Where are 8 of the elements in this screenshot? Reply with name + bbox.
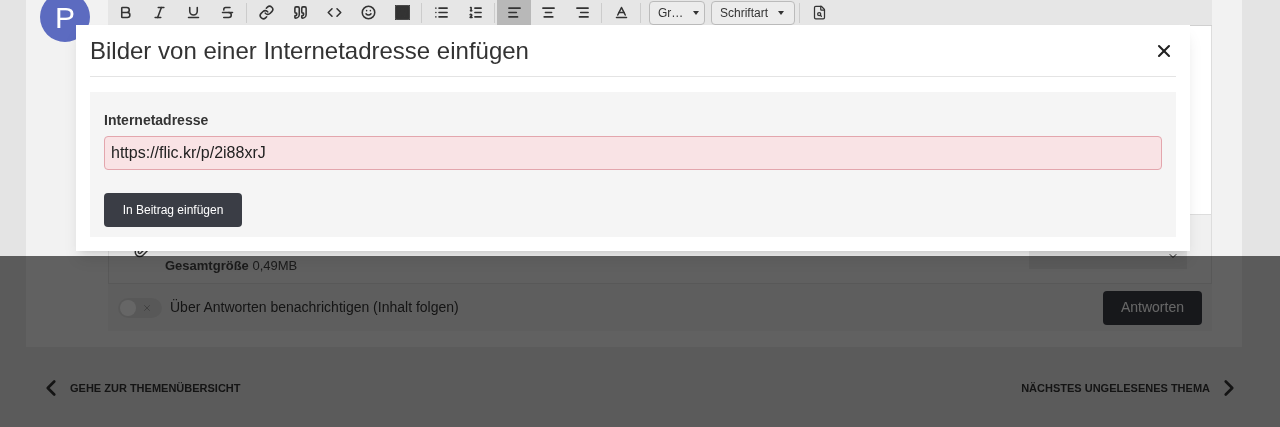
notify-label: Über Antworten benachrichtigen (Inhalt folgen) [170,298,459,317]
toolbar-dropdown[interactable]: Gr… [649,0,705,25]
field-label: Internetadresse [104,111,210,130]
dialog-title: Bilder von einer Internetadresse einfügen [90,35,529,66]
insert-button[interactable]: In Beitrag einfügen [104,193,242,227]
toolbar-dropdown[interactable]: Schriftart [711,0,795,25]
total-size: Gesamtgröße 0,49MB [165,257,298,276]
url-field[interactable]: https://flic.kr/p/2i88xrJ [104,136,1162,170]
